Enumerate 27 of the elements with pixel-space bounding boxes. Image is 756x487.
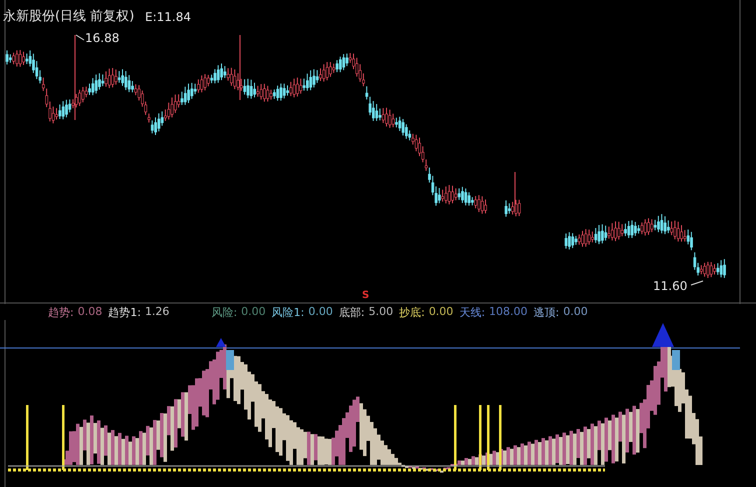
stock-title: 永新股份(日线 前复权) <box>3 10 134 24</box>
indicator-name: 风险: <box>211 304 238 320</box>
indicator-value: 0.00 <box>241 304 266 320</box>
indicator-name: 趋势: <box>48 304 74 320</box>
risk-bar <box>226 350 234 370</box>
indicator-value: 0.00 <box>563 304 588 320</box>
indicator-value: 0.00 <box>308 304 333 320</box>
high-price-label: 16.88 <box>85 31 120 45</box>
indicator-value: 1.26 <box>144 304 170 320</box>
leader-line <box>76 34 84 40</box>
price-reading: E:11.84 <box>145 10 191 24</box>
indicator-name: 趋势1: <box>108 304 141 320</box>
indicator-value: 108.00 <box>489 304 528 320</box>
indicator-name: 风险1: <box>272 304 304 320</box>
indicator-name: 天线: <box>459 304 486 320</box>
indicator-name: 逃顶: <box>534 304 560 320</box>
top-signal-marker <box>216 338 226 347</box>
low-price-label: 11.60 <box>653 279 688 293</box>
indicator-name: 抄底: <box>399 304 425 320</box>
indicator-value: 0.08 <box>78 304 102 320</box>
indicator-value: 0.00 <box>428 304 454 320</box>
signal-mark: S <box>362 289 370 303</box>
indicator-name: 底部: <box>338 304 365 320</box>
risk-bar <box>672 350 680 370</box>
top-signal-marker <box>652 323 674 347</box>
indicator-value: 5.00 <box>368 304 394 320</box>
leader-line <box>690 280 704 286</box>
